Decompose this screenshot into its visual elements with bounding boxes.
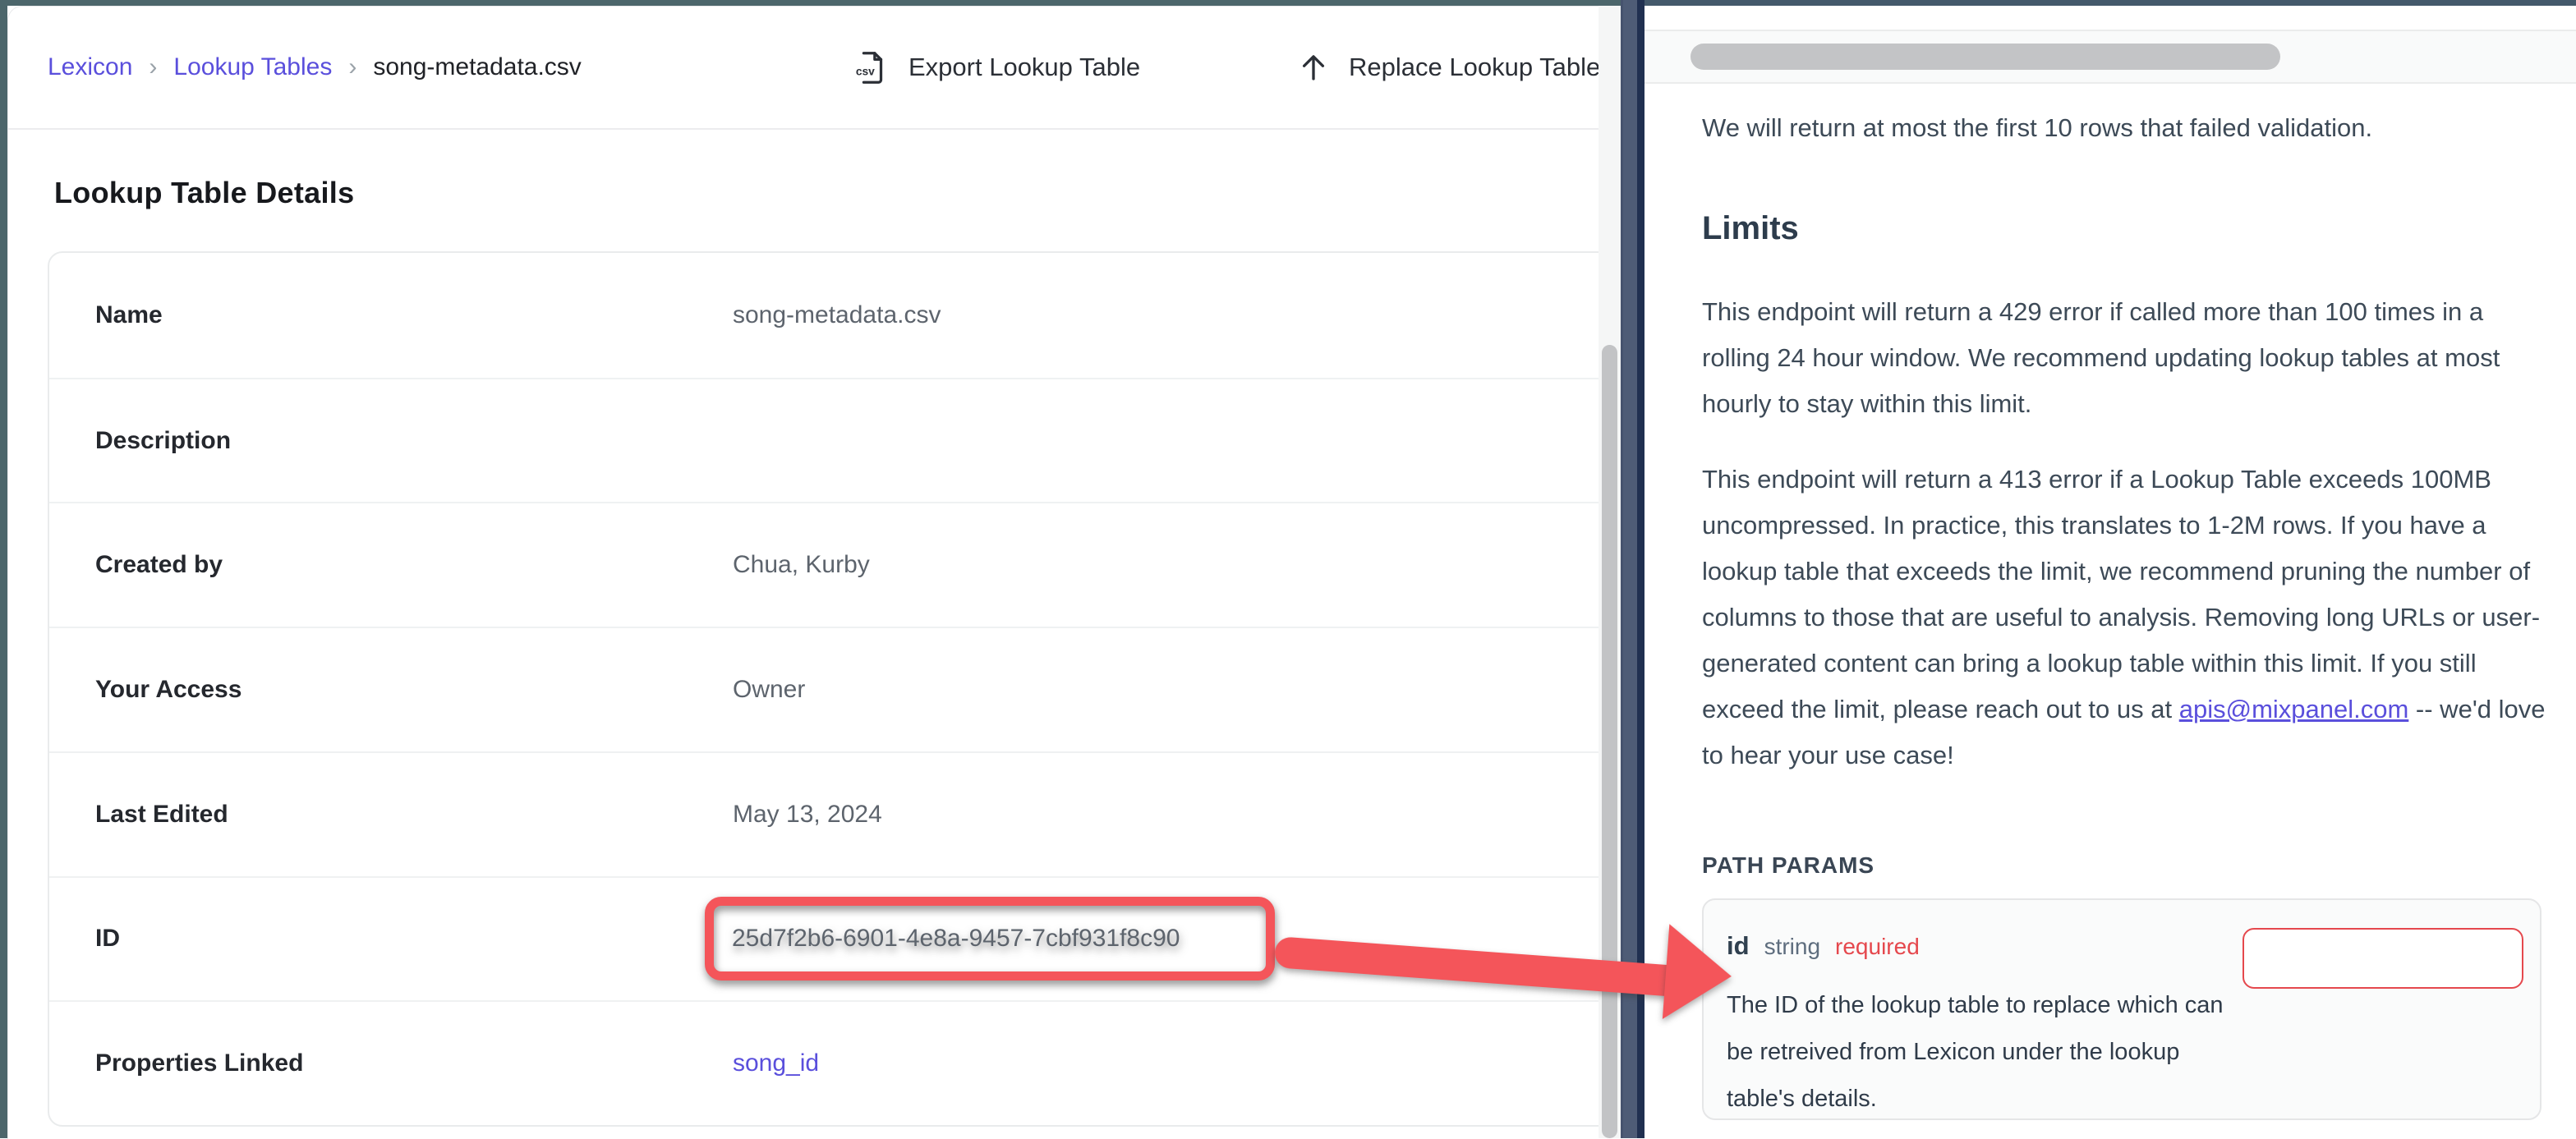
breadcrumb-separator: › bbox=[348, 53, 356, 81]
row-label: Created by bbox=[95, 551, 223, 579]
app-frame-top-edge bbox=[0, 0, 1644, 6]
breadcrumb: Lexicon › Lookup Tables › song-metadata.… bbox=[48, 7, 582, 128]
breadcrumb-separator: › bbox=[149, 53, 157, 81]
arrow-up-icon bbox=[1296, 50, 1331, 85]
row-value: Owner bbox=[733, 676, 805, 704]
mixpanel-email-link[interactable]: apis@mixpanel.com bbox=[2179, 695, 2409, 723]
param-required-badge: required bbox=[1835, 934, 1920, 960]
path-params-section-label: PATH PARAMS bbox=[1702, 852, 1874, 879]
export-lookup-table-button[interactable]: csv Export Lookup Table bbox=[853, 7, 1140, 128]
limits-paragraph-1: This endpoint will return a 429 error if… bbox=[1702, 289, 2546, 427]
replace-button-label: Replace Lookup Table bbox=[1349, 53, 1599, 82]
table-row-description: Description bbox=[49, 378, 1599, 503]
id-annotation-highlight-box: 25d7f2b6-6901-4e8a-9457-7cbf931f8c90 bbox=[705, 897, 1275, 981]
path-param-card: id string required The ID of the lookup … bbox=[1702, 898, 2542, 1120]
table-row-id: ID 25d7f2b6-6901-4e8a-9457-7cbf931f8c90 bbox=[49, 876, 1599, 1001]
limits-paragraph-2-text: This endpoint will return a 413 error if… bbox=[1702, 465, 2540, 723]
details-table: Name song-metadata.csv Description Creat… bbox=[48, 251, 1599, 1127]
row-label: Last Edited bbox=[95, 801, 228, 829]
breadcrumb-current-file: song-metadata.csv bbox=[373, 53, 581, 81]
docs-frame-top-edge bbox=[1644, 0, 2576, 6]
panel-header: Lexicon › Lookup Tables › song-metadata.… bbox=[8, 7, 1599, 130]
app-frame-left-edge bbox=[0, 0, 7, 1138]
table-row-your-access: Your Access Owner bbox=[49, 627, 1599, 751]
annotation-arrow-head bbox=[1663, 924, 1735, 1024]
limits-heading: Limits bbox=[1702, 210, 1799, 247]
param-header: id string required bbox=[1727, 931, 1920, 961]
row-label: Name bbox=[95, 301, 163, 329]
svg-text:csv: csv bbox=[856, 66, 875, 78]
param-description: The ID of the lookup table to replace wh… bbox=[1727, 982, 2252, 1123]
lookup-table-id-value: 25d7f2b6-6901-4e8a-9457-7cbf931f8c90 bbox=[732, 925, 1180, 953]
row-label: Properties Linked bbox=[95, 1049, 303, 1077]
row-value: Chua, Kurby bbox=[733, 551, 870, 579]
replace-lookup-table-button[interactable]: Replace Lookup Table bbox=[1296, 7, 1599, 128]
breadcrumb-lexicon[interactable]: Lexicon bbox=[48, 53, 132, 81]
export-button-label: Export Lookup Table bbox=[908, 53, 1140, 82]
table-row-last-edited: Last Edited May 13, 2024 bbox=[49, 751, 1599, 876]
limits-paragraph-2: This endpoint will return a 413 error if… bbox=[1702, 457, 2551, 778]
left-panel-scrollbar-thumb[interactable] bbox=[1602, 345, 1617, 1138]
table-row-name: Name song-metadata.csv bbox=[49, 253, 1599, 378]
api-docs-panel: We will return at most the first 10 rows… bbox=[1644, 6, 2576, 1138]
row-value: song-metadata.csv bbox=[733, 301, 941, 329]
linked-property-link[interactable]: song_id bbox=[733, 1049, 819, 1077]
docs-horizontal-scrollbar-thumb[interactable] bbox=[1690, 44, 2280, 70]
row-value: May 13, 2024 bbox=[733, 801, 882, 829]
page-title: Lookup Table Details bbox=[54, 176, 354, 210]
table-row-properties-linked: Properties Linked song_id bbox=[49, 1000, 1599, 1125]
docs-intro-text: We will return at most the first 10 rows… bbox=[1702, 105, 2556, 151]
row-label: Your Access bbox=[95, 676, 242, 704]
docs-horizontal-scrollbar-track[interactable] bbox=[1644, 30, 2576, 84]
csv-file-icon: csv bbox=[853, 48, 890, 86]
breadcrumb-lookup-tables[interactable]: Lookup Tables bbox=[173, 53, 332, 81]
param-id-input[interactable] bbox=[2242, 928, 2523, 989]
table-row-created-by: Created by Chua, Kurby bbox=[49, 502, 1599, 627]
row-label: Description bbox=[95, 427, 231, 455]
param-type: string bbox=[1764, 934, 1820, 960]
row-label: ID bbox=[95, 925, 120, 953]
